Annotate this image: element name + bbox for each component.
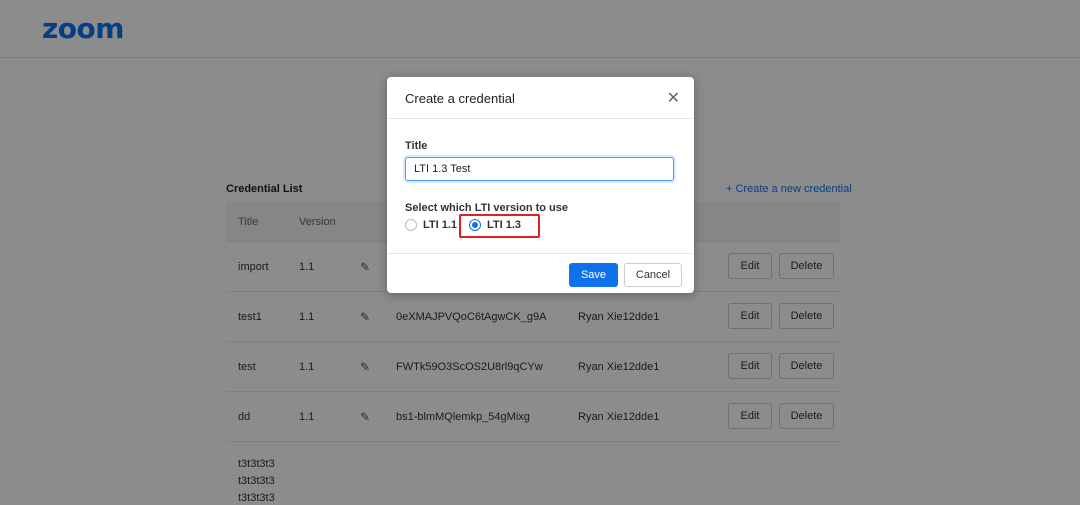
create-credential-dialog: Create a credential ✕ Title Select which… xyxy=(387,77,694,293)
cancel-button[interactable]: Cancel xyxy=(624,263,682,287)
highlight-annotation xyxy=(459,214,540,238)
radio-button[interactable] xyxy=(405,219,417,231)
radio-label: LTI 1.1 xyxy=(423,219,458,231)
title-input[interactable] xyxy=(405,157,674,181)
dialog-header: Create a credential ✕ xyxy=(387,77,694,119)
title-label: Title xyxy=(405,140,428,152)
close-icon[interactable]: ✕ xyxy=(667,88,680,108)
lti-version-label: Select which LTI version to use xyxy=(405,202,569,214)
dialog-footer: Save Cancel xyxy=(387,253,694,293)
save-button[interactable]: Save xyxy=(569,263,618,287)
radio-lti-1-1[interactable]: LTI 1.1 xyxy=(405,219,457,231)
dialog-title: Create a credential xyxy=(405,91,515,106)
